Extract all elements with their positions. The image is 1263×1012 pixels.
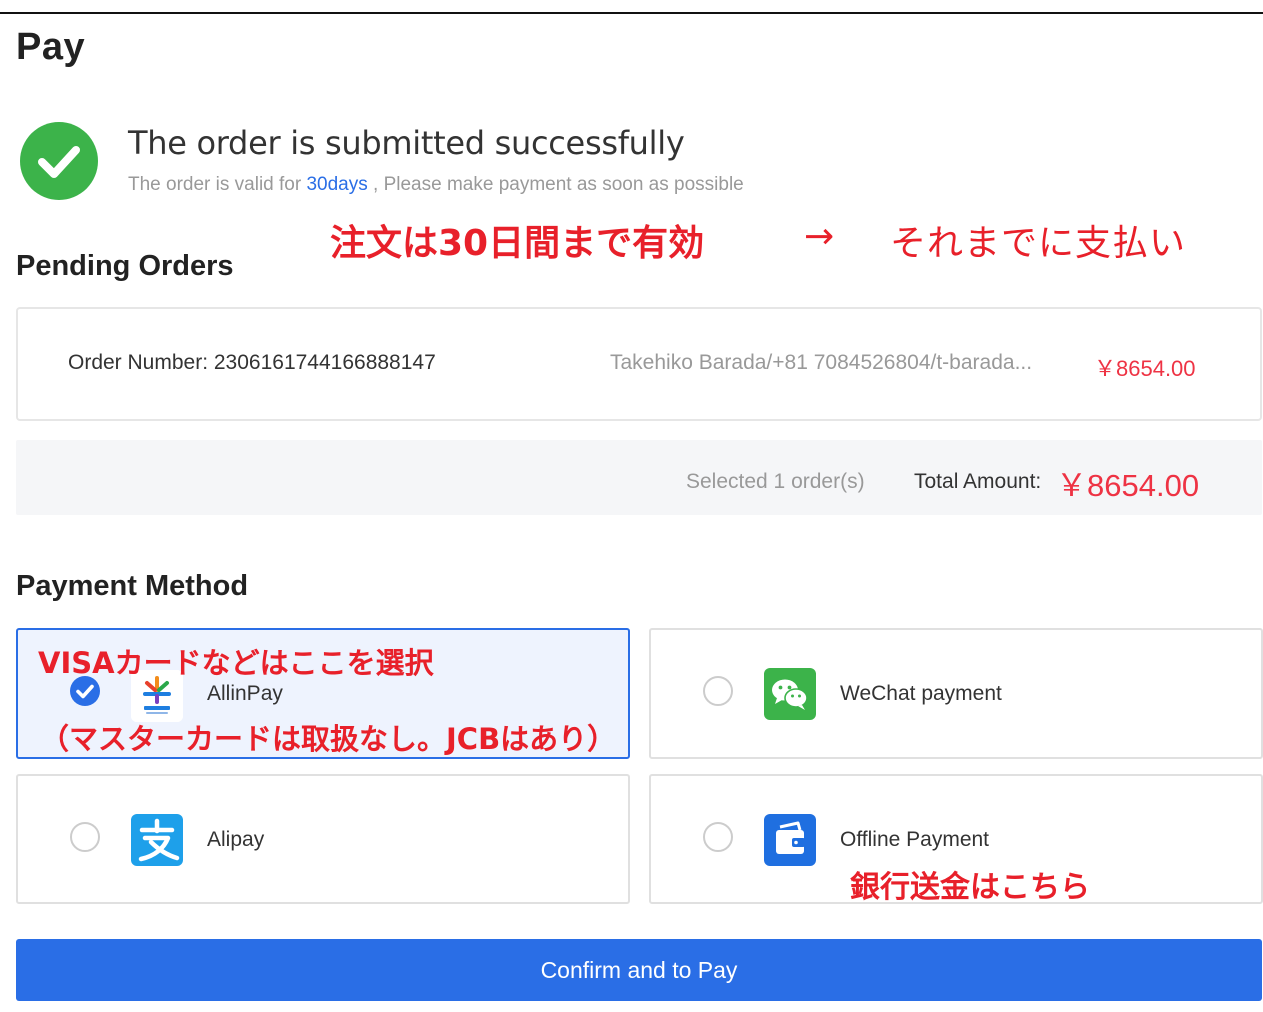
order-number: Order Number: 2306161744166888147 — [68, 351, 436, 374]
wechat-icon — [764, 668, 816, 720]
payment-label-alipay: Alipay — [207, 828, 265, 851]
annotation-valid-period: 注文は30日間まで有効 — [330, 223, 705, 264]
success-subtitle: The order is valid for 30days , Please m… — [128, 174, 744, 196]
top-border — [0, 12, 1263, 14]
annotation-bank-transfer: 銀行送金はこちら — [850, 870, 1090, 905]
total-amount-label: Total Amount: — [914, 470, 1042, 493]
page-title: Pay — [16, 26, 86, 68]
validity-prefix: The order is valid for — [128, 174, 307, 195]
total-amount-value: ￥8654.00 — [1056, 468, 1200, 503]
payment-label-allinpay: AllinPay — [207, 682, 283, 705]
annotation-card-note: （マスターカードは取扱なし。JCBはあり） — [40, 722, 617, 756]
pending-orders-heading: Pending Orders — [16, 250, 234, 282]
annotation-pay-before: それまでに支払い — [890, 223, 1187, 264]
payment-method-heading: Payment Method — [16, 570, 249, 602]
payment-option-alipay[interactable]: Alipay — [16, 774, 630, 904]
validity-suffix: , Please make payment as soon as possibl… — [367, 174, 744, 195]
payment-option-wechat[interactable]: WeChat payment — [649, 628, 1263, 759]
validity-days: 30days — [306, 174, 368, 195]
success-check-icon — [20, 122, 98, 200]
order-price: ￥8654.00 — [1094, 356, 1196, 381]
payment-label-offline: Offline Payment — [840, 828, 990, 851]
selected-count: Selected 1 order(s) — [686, 470, 865, 493]
annotation-arrow: → — [804, 216, 835, 257]
radio-offline[interactable] — [703, 822, 733, 852]
order-card: Order Number: 2306161744166888147 Takehi… — [16, 307, 1262, 421]
success-title: The order is submitted successfully — [128, 124, 685, 162]
wallet-icon — [764, 814, 816, 866]
annotation-visa-select: VISAカードなどはここを選択 — [38, 646, 434, 680]
radio-alipay[interactable] — [70, 822, 100, 852]
radio-wechat[interactable] — [703, 676, 733, 706]
order-summary-bar: Selected 1 order(s) Total Amount: ￥8654.… — [16, 440, 1262, 515]
confirm-pay-button[interactable]: Confirm and to Pay — [16, 939, 1262, 1001]
order-contact: Takehiko Barada/+81 7084526804/t-barada.… — [610, 351, 1033, 374]
payment-label-wechat: WeChat payment — [840, 682, 1002, 705]
alipay-icon — [131, 814, 183, 866]
